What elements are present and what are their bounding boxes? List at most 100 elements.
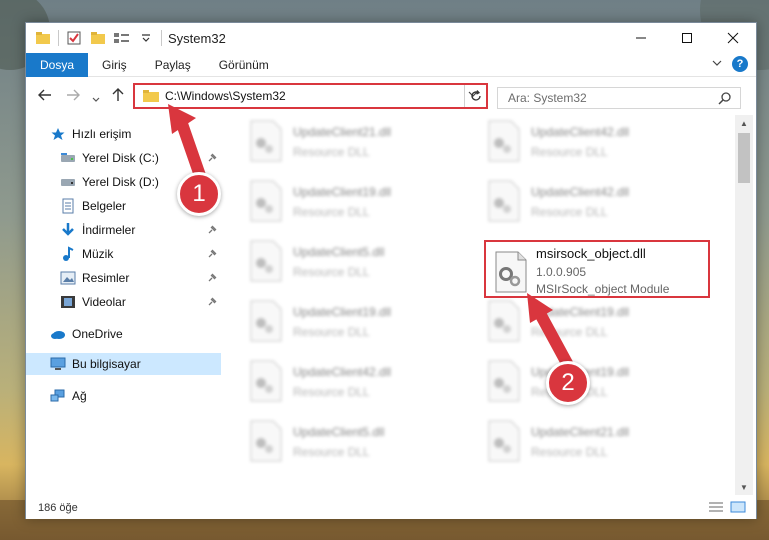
item-count: 186 öğe (38, 502, 78, 514)
dll-file-icon (488, 420, 520, 462)
sidebar-item-this-pc[interactable]: Bu bilgisayar (26, 353, 221, 375)
sidebar-item-disk-c[interactable]: Yerel Disk (C:) (26, 147, 221, 169)
tab-share[interactable]: Paylaş (141, 53, 205, 77)
dll-file-icon (250, 360, 282, 402)
ribbon-tabs: Dosya Giriş Paylaş Görünüm ? (26, 52, 756, 77)
dll-file-icon (250, 120, 282, 162)
file-name: UpdateClient19.dll (293, 305, 392, 319)
list-item[interactable]: UpdateClient19.dll Resource DLL (247, 179, 477, 229)
dll-file-icon (488, 120, 520, 162)
sidebar-item-quick-access[interactable]: Hızlı erişim (26, 123, 221, 145)
tab-view[interactable]: Görünüm (205, 53, 283, 77)
back-icon[interactable] (38, 88, 52, 104)
sidebar-item-label: Yerel Disk (D:) (82, 175, 159, 189)
list-item[interactable]: UpdateClient19.dllResource DLL (485, 299, 715, 349)
list-item[interactable]: UpdateClient5.dll Resource DLL (247, 239, 477, 289)
highlighted-file[interactable]: msirsock_object.dll 1.0.0.905 MSIrSock_o… (484, 240, 710, 298)
sidebar-item-pictures[interactable]: Resimler (26, 267, 221, 289)
list-item[interactable]: UpdateClient42.dll Resource DLL (247, 359, 477, 409)
pin-icon[interactable] (207, 152, 217, 166)
tab-file[interactable]: Dosya (26, 52, 89, 77)
pin-icon[interactable] (207, 248, 217, 262)
list-item[interactable]: UpdateClient21.dll Resource DLL (247, 119, 477, 169)
recent-locations-icon[interactable] (92, 90, 100, 106)
file-description: Resource DLL (293, 385, 370, 399)
file-name: UpdateClient19.dll (293, 185, 392, 199)
minimize-button[interactable] (618, 23, 664, 53)
customize-toolbar-icon[interactable] (137, 29, 155, 47)
sidebar-item-music[interactable]: Müzik (26, 243, 221, 265)
scroll-thumb[interactable] (738, 133, 750, 183)
sidebar-item-downloads[interactable]: İndirmeler (26, 219, 221, 241)
sidebar-item-network[interactable]: Ağ (26, 385, 221, 407)
view-toggle (708, 501, 746, 516)
address-path: C:\Windows\System32 (165, 89, 286, 103)
file-name: UpdateClient5.dll (293, 245, 385, 259)
file-name: UpdateClient5.dll (293, 425, 385, 439)
file-name: UpdateClient21.dll (531, 425, 630, 439)
sidebar-item-label: Müzik (82, 247, 114, 261)
network-icon (50, 388, 66, 404)
list-item[interactable]: UpdateClient42.dll Resource DLL (485, 119, 715, 169)
list-item[interactable]: UpdateClient21.dll Resource DLL (485, 419, 715, 469)
tab-home[interactable]: Giriş (88, 53, 141, 77)
music-icon (60, 246, 76, 262)
dll-file-icon (250, 240, 282, 282)
file-description: Resource DLL (293, 205, 370, 219)
large-icons-view-icon[interactable] (730, 501, 746, 516)
pin-icon[interactable] (207, 224, 217, 238)
sidebar-item-label: Belgeler (82, 199, 127, 213)
vertical-scrollbar[interactable]: ▲ ▼ (735, 115, 753, 495)
sidebar-item-videos[interactable]: Videolar (26, 291, 221, 313)
status-bar: 186 öğe (26, 497, 756, 519)
computer-icon (50, 356, 66, 372)
address-bar[interactable]: C:\Windows\System32 (133, 83, 488, 109)
drive-icon (60, 174, 76, 190)
pin-icon[interactable] (207, 272, 217, 286)
folder-icon[interactable] (34, 29, 52, 47)
new-folder-icon[interactable] (89, 29, 107, 47)
file-name: UpdateClient42.dll (531, 185, 630, 199)
pin-icon[interactable] (207, 296, 217, 310)
file-description: Resource DLL (531, 145, 608, 159)
ribbon-expand-icon[interactable] (712, 58, 722, 70)
list-item[interactable]: UpdateClient19.dllResource DLL (485, 359, 715, 409)
dll-file-icon (250, 180, 282, 222)
dll-file-icon (250, 420, 282, 462)
properties-icon[interactable] (65, 29, 83, 47)
up-icon[interactable] (112, 88, 124, 105)
list-item[interactable]: UpdateClient5.dll Resource DLL (247, 419, 477, 469)
sidebar-item-label: Ağ (72, 389, 87, 403)
star-icon (50, 126, 66, 142)
search-icon (718, 91, 732, 108)
annotation-badge-2: 2 (546, 361, 590, 405)
sidebar-item-label: Hızlı erişim (72, 127, 132, 141)
window-controls (618, 23, 756, 53)
sidebar-item-label: OneDrive (72, 327, 123, 341)
scroll-down-icon[interactable]: ▼ (735, 479, 753, 495)
file-description: Resource DLL (531, 205, 608, 219)
explorer-window: System32 Dosya Giriş Paylaş Görünüm ? C:… (25, 22, 757, 519)
list-item[interactable]: UpdateClient42.dll Resource DLL (485, 179, 715, 229)
view-options-icon[interactable] (113, 29, 131, 47)
details-view-icon[interactable] (708, 501, 724, 516)
list-item[interactable]: UpdateClient19.dll Resource DLL (247, 299, 477, 349)
sidebar-item-label: Yerel Disk (C:) (82, 151, 159, 165)
quick-access-toolbar (34, 29, 161, 47)
close-button[interactable] (710, 23, 756, 53)
sidebar-item-label: Videolar (82, 295, 126, 309)
scroll-up-icon[interactable]: ▲ (735, 115, 753, 131)
refresh-button[interactable] (464, 85, 486, 107)
sidebar-item-label: Resimler (82, 271, 130, 285)
file-name: UpdateClient21.dll (293, 125, 392, 139)
download-icon (60, 222, 76, 238)
maximize-button[interactable] (664, 23, 710, 53)
help-icon[interactable]: ? (732, 56, 748, 72)
file-description: Resource DLL (531, 445, 608, 459)
drive-icon (60, 150, 76, 166)
sidebar-item-onedrive[interactable]: OneDrive (26, 323, 221, 345)
file-name: UpdateClient19.dll (531, 305, 630, 319)
forward-icon[interactable] (66, 88, 80, 104)
file-description: Resource DLL (293, 325, 370, 339)
search-input[interactable]: Ara: System32 (497, 87, 741, 109)
